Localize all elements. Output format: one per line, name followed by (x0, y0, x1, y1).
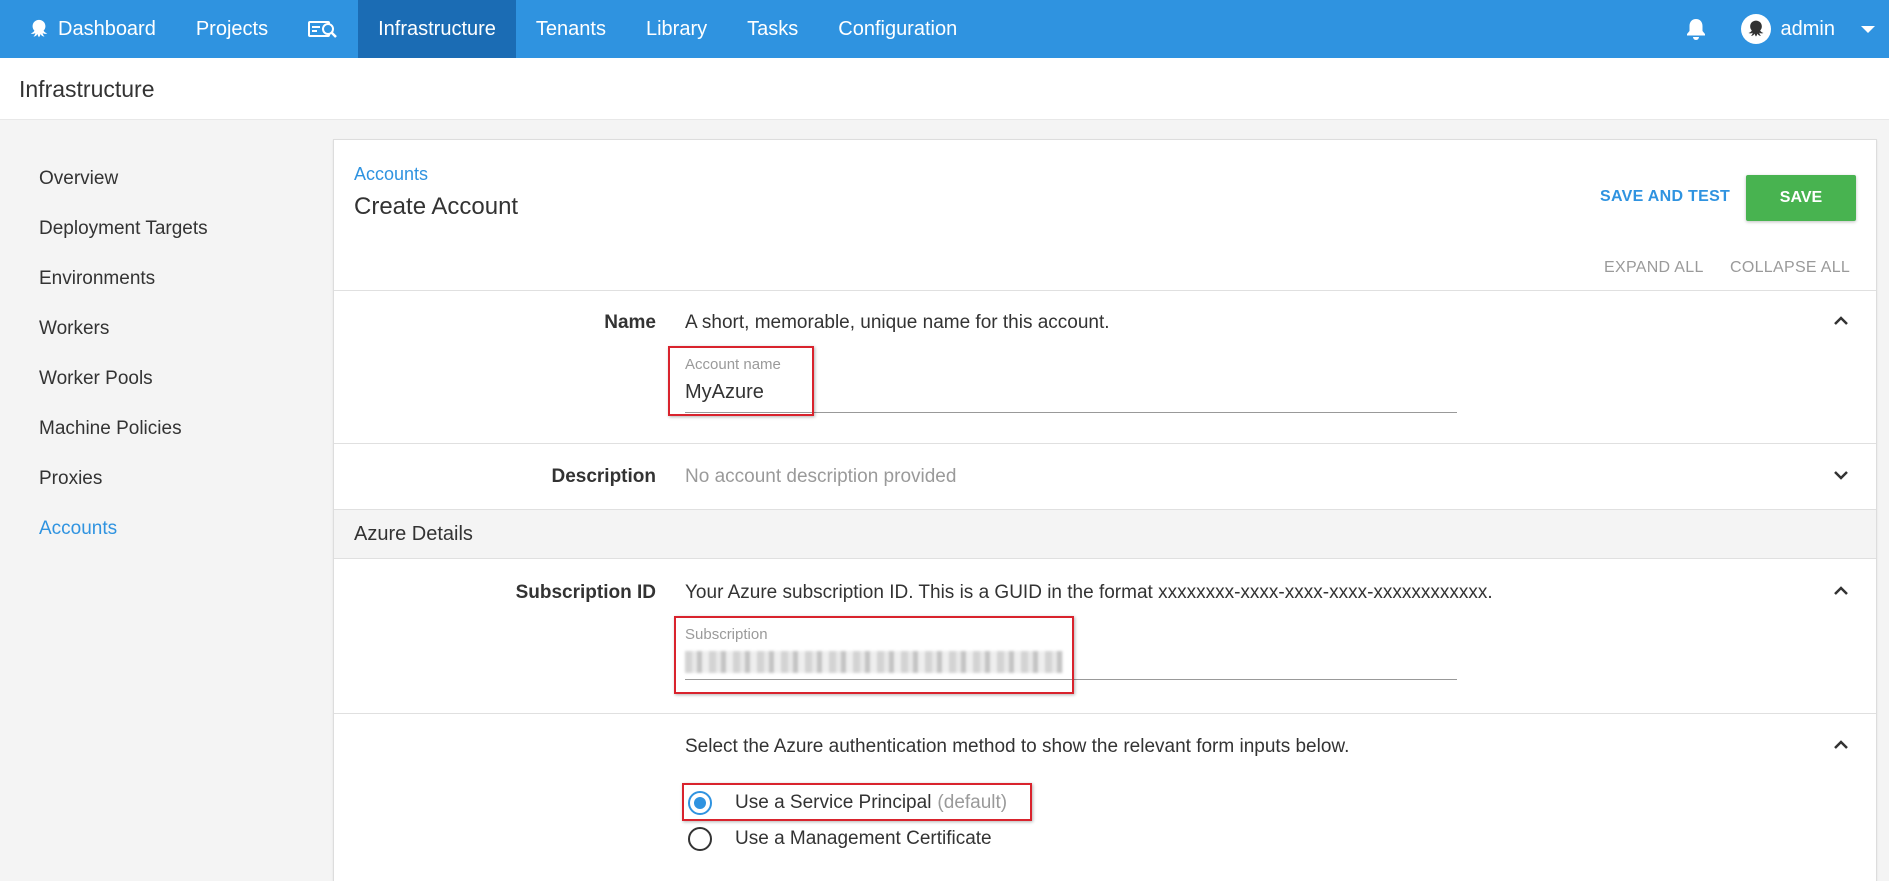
sidebar-item-environments[interactable]: Environments (39, 268, 155, 290)
nav-infrastructure-label: Infrastructure (378, 17, 496, 40)
chevron-up-icon[interactable] (1832, 582, 1850, 600)
sidebar-item-proxies[interactable]: Proxies (39, 468, 102, 490)
nav-tasks[interactable]: Tasks (727, 0, 818, 58)
nav-right: admin (1667, 0, 1889, 58)
nav-tasks-label: Tasks (747, 17, 799, 40)
breadcrumb[interactable]: Accounts (354, 164, 428, 185)
sidebar-item-accounts[interactable]: Accounts (39, 518, 117, 540)
sidebar: Overview Deployment Targets Environments… (0, 120, 333, 881)
radio-management-certificate-label: Use a Management Certificate (735, 828, 992, 849)
page-header: Infrastructure (0, 58, 1889, 120)
chevron-down-icon (1861, 25, 1875, 33)
description-label: Description (551, 466, 656, 487)
chevron-down-icon[interactable] (1832, 466, 1850, 484)
azure-details-section: Azure Details (334, 509, 1876, 559)
description-value: No account description provided (685, 466, 957, 487)
radio-unselected-icon[interactable] (688, 827, 712, 851)
avatar (1740, 14, 1771, 44)
name-help: A short, memorable, unique name for this… (685, 312, 1110, 333)
subscription-id-help: Your Azure subscription ID. This is a GU… (685, 582, 1493, 603)
save-and-test-button[interactable]: SAVE AND TEST (1600, 188, 1730, 206)
highlight-box (668, 346, 814, 416)
sidebar-item-machine-policies[interactable]: Machine Policies (39, 418, 182, 440)
nav-library-label: Library (645, 17, 708, 40)
nav-dashboard[interactable]: Dashboard (0, 0, 176, 58)
sidebar-item-workers[interactable]: Workers (39, 318, 109, 340)
sidebar-item-overview[interactable]: Overview (39, 168, 118, 190)
section-title: Azure Details (354, 523, 473, 545)
top-nav: Dashboard Projects Infrastructure Tenant… (0, 0, 1889, 58)
collapse-all-button[interactable]: COLLAPSE ALL (1730, 259, 1850, 277)
highlight-box (674, 616, 1074, 694)
nav-infrastructure[interactable]: Infrastructure (358, 0, 516, 58)
nav-configuration[interactable]: Configuration (818, 0, 977, 58)
save-button[interactable]: SAVE (1746, 175, 1856, 221)
search-server-icon (308, 21, 337, 38)
nav-tenants-label: Tenants (535, 17, 606, 40)
sidebar-item-deployment-targets[interactable]: Deployment Targets (39, 218, 208, 240)
nav-projects-label: Projects (195, 17, 269, 40)
chevron-up-icon[interactable] (1832, 736, 1850, 754)
octopus-logo-icon (30, 19, 48, 38)
divider (334, 443, 1876, 444)
nav-tenants[interactable]: Tenants (516, 0, 626, 58)
notifications-button[interactable] (1667, 0, 1725, 58)
user-menu[interactable]: admin (1740, 14, 1875, 44)
nav-search-server[interactable] (288, 0, 358, 58)
nav-projects[interactable]: Projects (176, 0, 288, 58)
octopus-avatar-icon (1748, 20, 1764, 37)
name-label: Name (604, 312, 656, 333)
page-title: Infrastructure (19, 76, 155, 102)
card-title: Create Account (354, 193, 519, 220)
divider (334, 713, 1876, 714)
create-account-card: Accounts Create Account SAVE AND TEST SA… (333, 139, 1877, 881)
user-name: admin (1780, 17, 1835, 40)
auth-method-help: Select the Azure authentication method t… (685, 736, 1350, 757)
radio-management-certificate[interactable]: Use a Management Certificate (688, 827, 992, 851)
divider (334, 290, 1876, 291)
nav-dashboard-label: Dashboard (58, 17, 156, 40)
bell-icon (1686, 19, 1705, 40)
nav-configuration-label: Configuration (838, 17, 958, 40)
subscription-id-label: Subscription ID (515, 582, 656, 603)
chevron-up-icon[interactable] (1832, 312, 1850, 330)
expand-all-button[interactable]: EXPAND ALL (1604, 259, 1704, 277)
nav-library[interactable]: Library (626, 0, 727, 58)
highlight-box (682, 783, 1032, 821)
sidebar-item-worker-pools[interactable]: Worker Pools (39, 368, 153, 390)
